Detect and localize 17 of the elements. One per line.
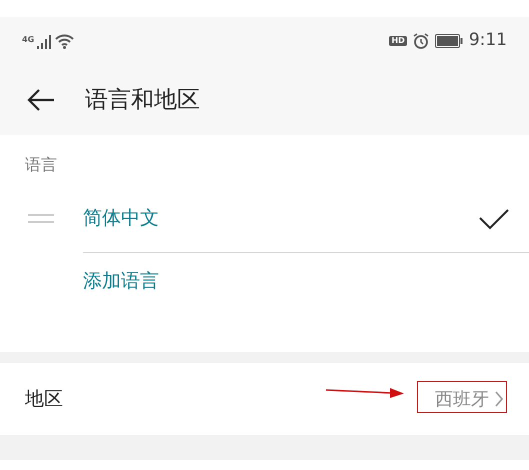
wifi-icon bbox=[55, 34, 74, 48]
region-label: 地区 bbox=[25, 386, 63, 412]
page-title: 语言和地区 bbox=[85, 86, 200, 115]
alarm-icon bbox=[412, 33, 429, 49]
hd-badge: HD bbox=[389, 36, 407, 46]
checkmark-icon bbox=[479, 208, 509, 230]
language-item[interactable]: 简体中文 bbox=[83, 204, 159, 233]
section-heading: 语言 bbox=[25, 154, 57, 176]
annotation-arrow-icon bbox=[326, 387, 404, 399]
drag-handle-icon[interactable] bbox=[28, 214, 54, 224]
network-type-label: 4G bbox=[22, 36, 34, 44]
signal-icon bbox=[36, 34, 52, 48]
chevron-icon bbox=[495, 391, 503, 407]
region-value[interactable]: 西班牙 bbox=[435, 386, 489, 412]
add-language-link[interactable]: 添加语言 bbox=[83, 267, 529, 296]
clock-time: 9:11 bbox=[468, 29, 507, 52]
battery-icon bbox=[434, 34, 463, 48]
